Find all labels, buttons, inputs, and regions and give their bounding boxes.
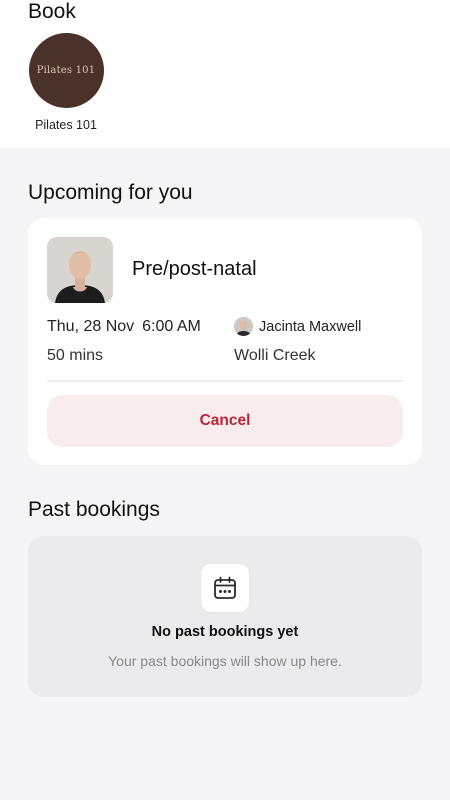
studio-name: Pilates 101 xyxy=(35,118,97,132)
upcoming-section-title: Upcoming for you xyxy=(28,181,193,204)
booking-datetime: Thu, 28 Nov 6:00 AM xyxy=(47,318,201,336)
cancel-button[interactable]: Cancel xyxy=(47,395,403,447)
class-instructor-photo xyxy=(47,237,113,303)
instructor: Jacinta Maxwell xyxy=(234,317,361,336)
empty-state-subtitle: Your past bookings will show up here. xyxy=(108,653,342,669)
class-name: Pre/post-natal xyxy=(132,258,257,280)
book-header-section: Book Pilates 101 Pilates 101 xyxy=(0,0,450,148)
instructor-name: Jacinta Maxwell xyxy=(259,318,362,335)
empty-state-title: No past bookings yet xyxy=(151,624,299,640)
studio-logo-text: Pilates 101 xyxy=(36,65,96,76)
studio-item[interactable]: Pilates 101 Pilates 101 xyxy=(28,33,104,132)
calendar-icon xyxy=(201,564,249,612)
booking-date: Thu, 28 Nov xyxy=(47,318,135,335)
card-divider xyxy=(47,380,403,382)
past-bookings-empty-state: No past bookings yet Your past bookings … xyxy=(28,536,422,697)
upcoming-booking-card[interactable]: Pre/post-natal Thu, 28 Nov 6:00 AM 50 min… xyxy=(28,218,422,465)
studio-logo[interactable]: Pilates 101 xyxy=(28,33,104,108)
instructor-avatar xyxy=(234,317,253,336)
booking-duration: 50 mins xyxy=(47,347,104,364)
booking-location: Wolli Creek xyxy=(234,347,316,364)
past-bookings-title: Past bookings xyxy=(28,498,160,521)
booking-time: 6:00 AM xyxy=(142,318,201,335)
page-title: Book xyxy=(28,0,76,23)
